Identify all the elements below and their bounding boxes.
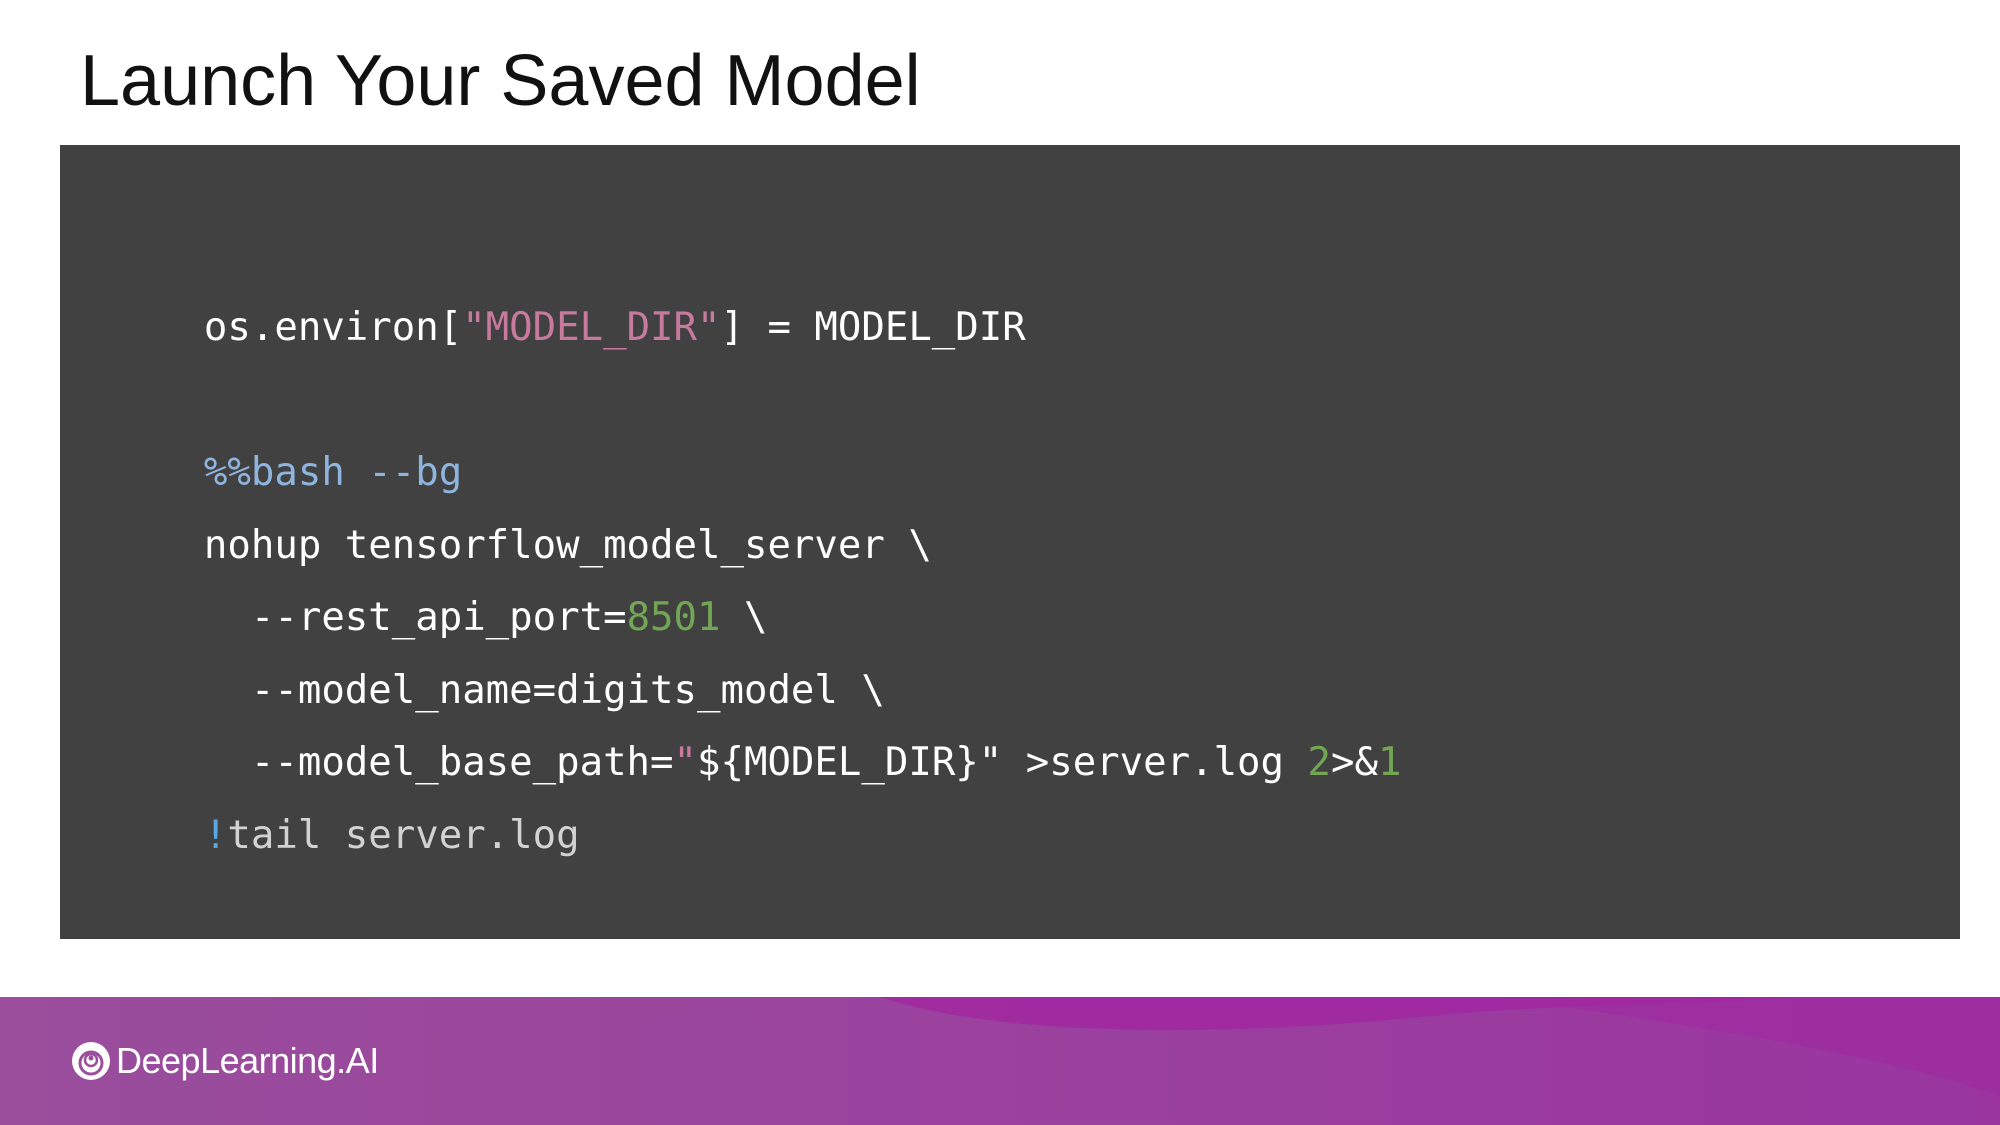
code-token-bang: ! bbox=[203, 813, 228, 858]
code-line-bash-magic: %%bash --bg bbox=[110, 398, 462, 495]
code-token: os.environ[ bbox=[203, 305, 463, 350]
code-token: tail server.log bbox=[227, 813, 580, 858]
code-token: ${MODEL_DIR}" >server.log bbox=[697, 740, 1308, 785]
code-line-rest-api-port: --rest_api_port=8501 \ bbox=[110, 543, 768, 640]
code-line-model-base-path: --model_base_path="${MODEL_DIR}" >server… bbox=[110, 688, 1402, 785]
code-line-tail-log: !tail server.log bbox=[110, 761, 580, 858]
footer-banner: DeepLearning.AI bbox=[0, 997, 2000, 1125]
code-line-env: os.environ["MODEL_DIR"] = MODEL_DIR bbox=[110, 253, 1026, 350]
code-token: >& bbox=[1330, 740, 1378, 785]
code-token-number: 1 bbox=[1377, 740, 1402, 785]
brand: DeepLearning.AI bbox=[70, 1039, 379, 1083]
code-token-number: 2 bbox=[1307, 740, 1331, 785]
code-token-string: "MODEL_DIR" bbox=[462, 305, 721, 350]
code-token-string: " bbox=[673, 740, 698, 785]
code-block: os.environ["MODEL_DIR"] = MODEL_DIR %%ba… bbox=[60, 145, 1960, 939]
code-token: ] = MODEL_DIR bbox=[720, 305, 1026, 350]
slide-title: Launch Your Saved Model bbox=[80, 41, 921, 121]
deeplearning-ai-logo-icon bbox=[72, 1042, 110, 1080]
code-line-nohup: nohup tensorflow_model_server \ bbox=[110, 471, 932, 568]
brand-name: DeepLearning.AI bbox=[116, 1040, 379, 1081]
code-line-model-name: --model_name=digits_model \ bbox=[110, 616, 885, 713]
